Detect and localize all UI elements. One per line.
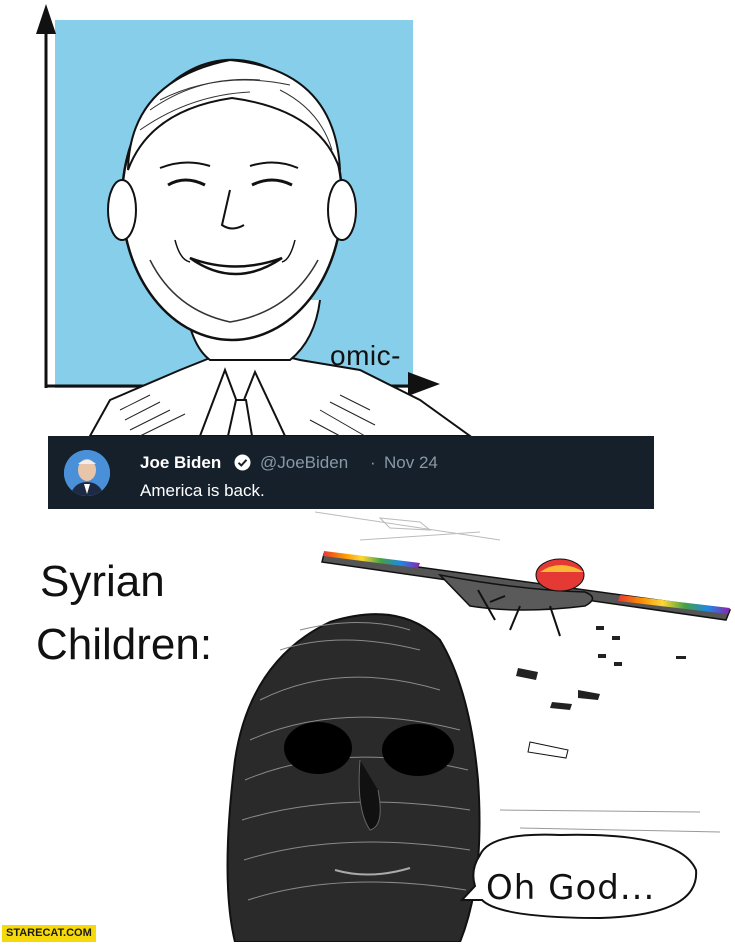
tweet-text: America is back. [140,481,265,500]
x-axis-arrow [408,372,440,396]
y-axis-arrow [36,4,56,34]
author-handle[interactable]: @JoeBiden [260,453,348,473]
portrait-illustration [36,4,474,437]
right-eye-socket [382,724,454,776]
faint-drone [314,511,501,541]
wojak-head [226,613,481,943]
axis-label: omic- [330,340,401,371]
watermark[interactable]: STARECAT.COM [2,925,96,942]
caption-line-1: Syrian [40,557,165,606]
separator-dot: · [370,453,376,472]
drone-nose [535,558,585,592]
left-eye-socket [284,722,352,774]
tweet-date[interactable]: Nov 24 [384,453,438,473]
tweet-card[interactable]: Joe Biden @JoeBiden · Nov 24 America is … [48,436,654,509]
falling-bombs [516,626,686,759]
verified-badge-icon [234,454,251,471]
author-name[interactable]: Joe Biden [140,453,221,473]
avatar[interactable] [64,450,110,496]
caption-line-2: Children: [36,620,213,669]
speech-bubble-text: Oh God... [486,868,656,908]
top-panel: omic- [0,0,735,510]
